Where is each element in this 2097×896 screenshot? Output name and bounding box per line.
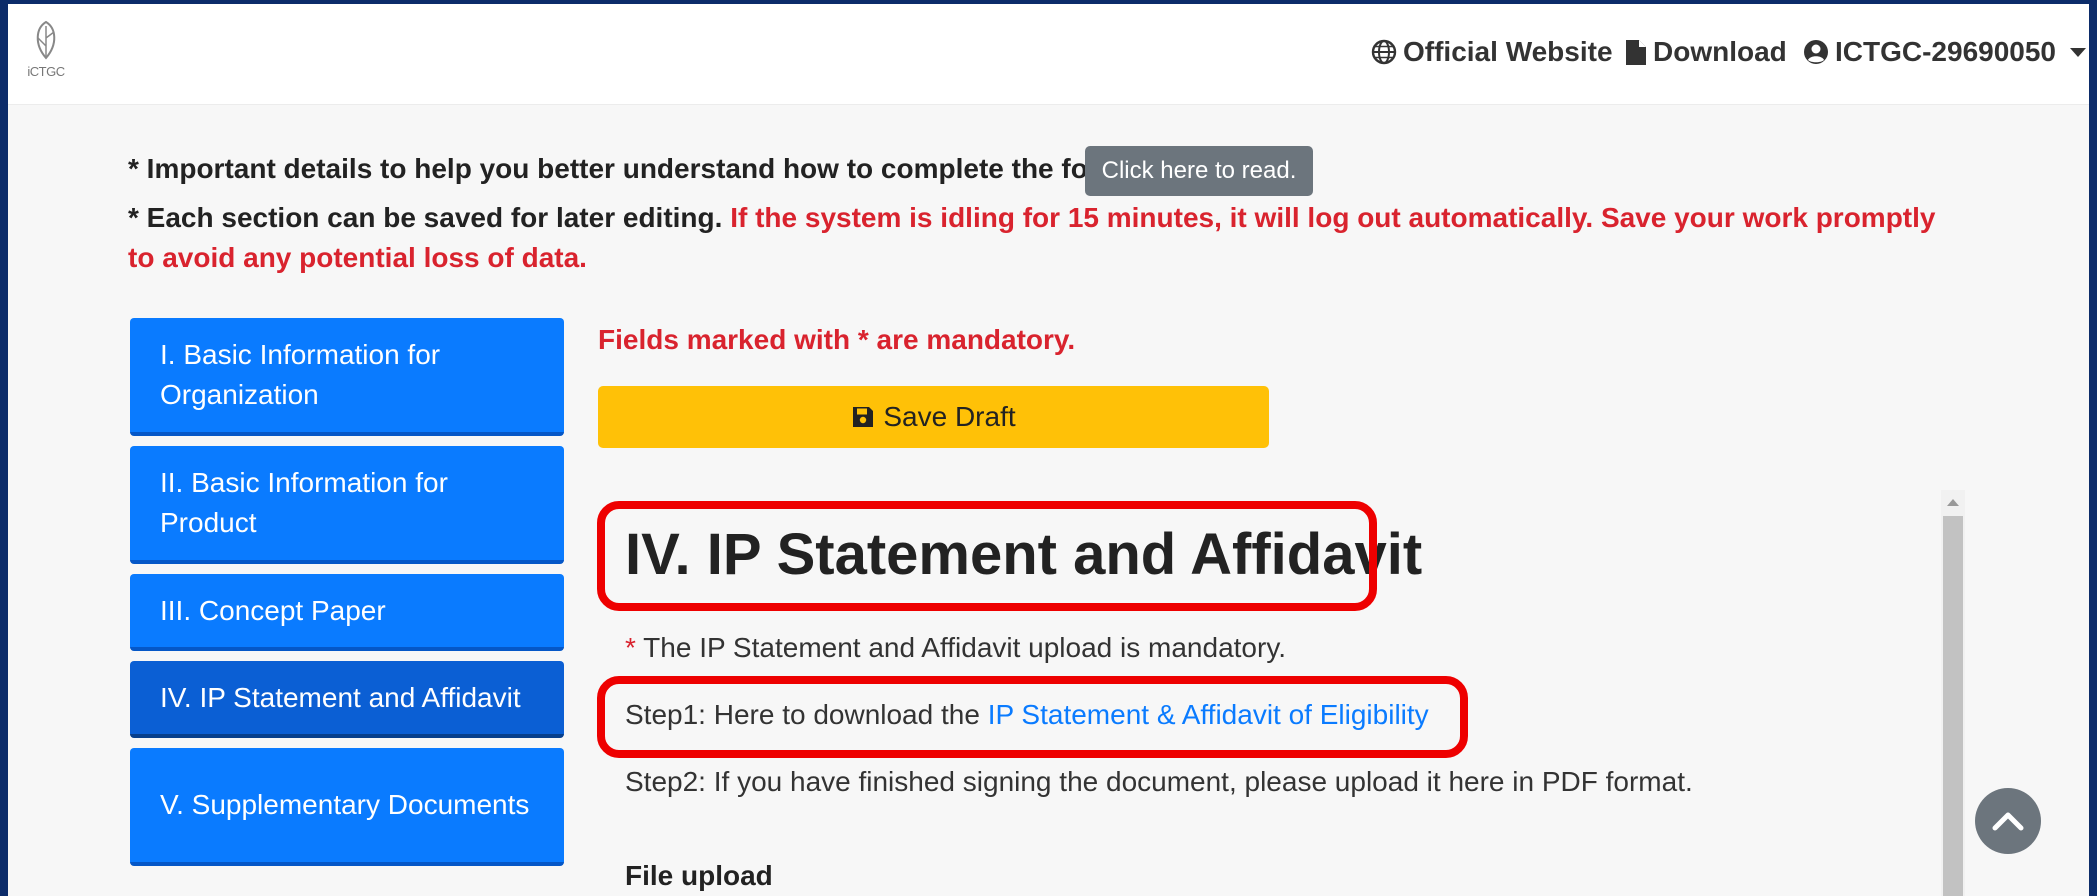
save-draft-label: Save Draft [883,401,1016,432]
save-icon [853,407,874,427]
chevron-up-icon [1992,812,2024,831]
step2-text: Step2: If you have finished signing the … [625,766,1693,797]
logo[interactable]: iCTGC [16,18,76,86]
highlight-box-step1 [597,676,1468,758]
upload-mandatory-text: The IP Statement and Affidavit upload is… [635,632,1287,663]
official-website-label: Official Website [1403,36,1613,67]
official-website-link[interactable]: Official Website [1371,32,1613,72]
sidebar-item-basic-info-organization[interactable]: I. Basic Information for Organization [130,318,564,436]
user-id-label: ICTGC-29690050 [1835,36,2057,67]
back-to-top-button[interactable] [1975,788,2041,854]
globe-icon [1371,39,1397,65]
download-label: Download [1653,36,1787,67]
top-navbar: iCTGC Official Website Download ICTGC-29… [8,4,2089,105]
important-details-text: * Important details to help you better u… [128,153,1132,184]
save-draft-button[interactable]: Save Draft [598,386,1269,448]
mandatory-fields-note: Fields marked with * are mandatory. [598,324,1076,355]
sidebar-item-concept-paper[interactable]: III. Concept Paper [130,574,564,651]
save-notice-text: * Each section can be saved for later ed… [128,202,723,233]
file-upload-label: File upload [625,860,773,891]
content-scrollbar[interactable] [1941,490,1965,896]
scroll-thumb[interactable] [1943,516,1963,896]
sidebar-item-basic-info-product[interactable]: II. Basic Information for Product [130,446,564,564]
save-notice: * Each section can be saved for later ed… [128,198,1948,278]
app-frame: iCTGC Official Website Download ICTGC-29… [8,4,2089,896]
upload-mandatory-note: * The IP Statement and Affidavit upload … [625,628,1286,668]
scroll-up-arrow-icon[interactable] [1941,490,1965,514]
file-icon [1626,39,1646,65]
required-star: * [625,632,636,663]
highlight-box-title [597,501,1377,611]
download-link[interactable]: Download [1625,32,1787,72]
sidebar-item-supplementary-documents[interactable]: V. Supplementary Documents [130,748,564,866]
caret-down-icon [2070,47,2087,57]
click-to-read-button[interactable]: Click here to read. [1085,146,1313,196]
sidebar-item-ip-statement[interactable]: IV. IP Statement and Affidavit [130,661,564,738]
user-menu-dropdown[interactable]: ICTGC-29690050 [1803,32,2087,72]
user-circle-icon [1804,40,1828,64]
important-details-notice: * Important details to help you better u… [128,149,1131,189]
leaf-logo-icon [36,20,56,60]
logo-text: iCTGC [27,64,65,79]
